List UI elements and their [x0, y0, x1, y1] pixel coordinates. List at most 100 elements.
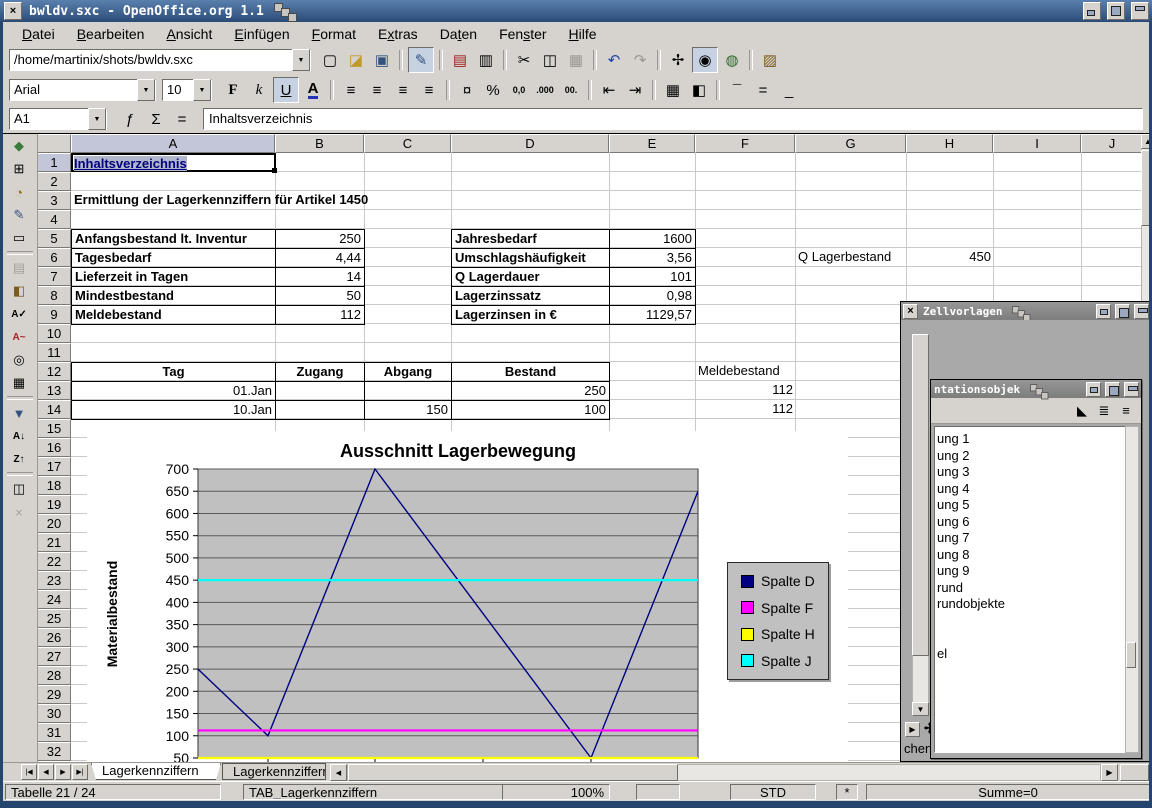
- row-header-9[interactable]: 9: [37, 305, 71, 324]
- cell-C14[interactable]: 150: [364, 400, 452, 420]
- row-header-26[interactable]: 26: [37, 628, 71, 647]
- row-header-3[interactable]: 3: [37, 191, 71, 210]
- sum-status[interactable]: Summe=0: [866, 784, 1150, 800]
- delete-icon[interactable]: ×: [6, 501, 32, 523]
- cell-C12[interactable]: Abgang: [364, 362, 452, 382]
- style-list-item[interactable]: ung 2: [935, 448, 1125, 465]
- insert-cells-icon[interactable]: ⊞: [6, 158, 32, 180]
- font-size-value[interactable]: 10: [163, 81, 193, 99]
- row-header-17[interactable]: 17: [37, 457, 71, 476]
- cell-B6[interactable]: 4,44: [275, 248, 365, 268]
- row-header-28[interactable]: 28: [37, 666, 71, 685]
- cell-B9[interactable]: 112: [275, 305, 365, 325]
- cell-A9[interactable]: Meldebestand: [71, 305, 276, 325]
- style-list-item[interactable]: ung 8: [935, 547, 1125, 564]
- function-wizard-icon[interactable]: ƒ: [118, 107, 142, 131]
- row-header-18[interactable]: 18: [37, 476, 71, 495]
- align-top-button[interactable]: ¯: [725, 78, 749, 102]
- row-header-31[interactable]: 31: [37, 723, 71, 742]
- delete-decimal-button[interactable]: 00.: [559, 78, 583, 102]
- cell-D12[interactable]: Bestand: [451, 362, 610, 382]
- next-sheet-icon[interactable]: ▶: [55, 764, 71, 780]
- legend-item[interactable]: Spalte D: [741, 573, 828, 589]
- open-file-icon[interactable]: ◪: [344, 48, 368, 72]
- add-decimal-button[interactable]: .000: [533, 78, 557, 102]
- close-icon[interactable]: [1134, 304, 1149, 319]
- autospellcheck-icon[interactable]: A~: [6, 326, 32, 348]
- praesentationsobjekte-window[interactable]: ntationsobjek ◣≣≡ ung 1ung 2ung 3ung 4un…: [930, 379, 1142, 759]
- align-left-button[interactable]: ≡: [339, 78, 363, 102]
- align-center-button[interactable]: ≡: [365, 78, 389, 102]
- hscroll-thumb[interactable]: [348, 764, 678, 781]
- row-header-23[interactable]: 23: [37, 571, 71, 590]
- undo-icon[interactable]: ↶: [602, 48, 626, 72]
- row-header-30[interactable]: 30: [37, 704, 71, 723]
- row-header-5[interactable]: 5: [37, 229, 71, 248]
- first-sheet-icon[interactable]: |◀: [21, 764, 37, 780]
- font-color-button[interactable]: A: [301, 78, 325, 102]
- navigator-icon[interactable]: ✢: [666, 48, 690, 72]
- style-list[interactable]: ung 1ung 2ung 3ung 4ung 5ung 6ung 7ung 8…: [934, 426, 1126, 753]
- maximize-icon[interactable]: [1115, 304, 1130, 319]
- menu-item-hilfe[interactable]: Hilfe: [558, 24, 608, 44]
- cell-B12[interactable]: Zugang: [275, 362, 365, 382]
- url-value[interactable]: /home/martinix/shots/bwldv.sxc: [10, 51, 292, 69]
- new-document-icon[interactable]: ▢: [318, 48, 342, 72]
- resize-corner[interactable]: [1120, 764, 1149, 781]
- column-header-H[interactable]: H: [906, 134, 993, 153]
- cell-B7[interactable]: 14: [275, 267, 365, 287]
- sheet-tab-2[interactable]: Lagerkennziffern: [222, 763, 326, 780]
- cell-B5[interactable]: 250: [275, 229, 365, 249]
- cell-D14[interactable]: 100: [451, 400, 610, 420]
- insert-icon[interactable]: ◆: [6, 135, 32, 157]
- menu-item-ansicht[interactable]: Ansicht: [155, 24, 223, 44]
- zellvorlagen-titlebar[interactable]: × Zellvorlagen: [901, 302, 1151, 320]
- chevron-down-icon[interactable]: ▼: [88, 108, 106, 130]
- scroll-down-icon[interactable]: ▼: [912, 702, 929, 716]
- font-name-value[interactable]: Arial: [10, 81, 137, 99]
- menu-item-bearbeiten[interactable]: Bearbeiten: [66, 24, 156, 44]
- increase-indent-button[interactable]: ⇥: [623, 78, 647, 102]
- row-header-11[interactable]: 11: [37, 343, 71, 362]
- legend-item[interactable]: Spalte F: [741, 600, 828, 616]
- chevron-down-icon[interactable]: ▼: [137, 79, 155, 101]
- url-combobox[interactable]: /home/martinix/shots/bwldv.sxc ▼: [9, 49, 311, 71]
- update-style-icon[interactable]: ≡: [1115, 401, 1137, 421]
- maximize-icon[interactable]: [1105, 382, 1120, 397]
- maximize-icon[interactable]: [1107, 2, 1125, 20]
- chevron-down-icon[interactable]: ▼: [292, 49, 310, 71]
- cell-A1[interactable]: Inhaltsverzeichnis: [71, 153, 276, 172]
- row-header-15[interactable]: 15: [37, 419, 71, 438]
- style-list-item[interactable]: ung 7: [935, 530, 1125, 547]
- cell-D8[interactable]: Lagerzinssatz: [451, 286, 610, 306]
- style-list-scrollbar[interactable]: [1125, 426, 1139, 753]
- cut-icon[interactable]: ✂: [512, 48, 536, 72]
- window-menu-icon[interactable]: ×: [4, 2, 22, 20]
- column-header-C[interactable]: C: [364, 134, 451, 153]
- cell-B8[interactable]: 50: [275, 286, 365, 306]
- minimize-icon[interactable]: [1096, 304, 1111, 319]
- style-list-item[interactable]: ung 1: [935, 431, 1125, 448]
- form-functions-icon[interactable]: ▭: [6, 227, 32, 249]
- style-list-item[interactable]: ung 6: [935, 514, 1125, 531]
- row-header-20[interactable]: 20: [37, 514, 71, 533]
- row-header-13[interactable]: 13: [37, 381, 71, 400]
- minimize-icon[interactable]: [1083, 2, 1101, 20]
- style-list-item[interactable]: ung 4: [935, 481, 1125, 498]
- datasources-icon[interactable]: ◍: [720, 48, 744, 72]
- cell-E9[interactable]: 1129,57: [609, 305, 696, 325]
- style-list-item[interactable]: ung 3: [935, 464, 1125, 481]
- align-right-button[interactable]: ≡: [391, 78, 415, 102]
- row-header-14[interactable]: 14: [37, 400, 71, 419]
- borders-button[interactable]: ▦: [661, 78, 685, 102]
- choose-themes-icon[interactable]: ◧: [6, 280, 32, 302]
- sum-icon[interactable]: Σ: [144, 107, 168, 131]
- menu-item-extras[interactable]: Extras: [367, 24, 429, 44]
- row-header-24[interactable]: 24: [37, 590, 71, 609]
- column-header-J[interactable]: J: [1081, 134, 1143, 153]
- row-header-16[interactable]: 16: [37, 438, 71, 457]
- row-header-6[interactable]: 6: [37, 248, 71, 267]
- copy-icon[interactable]: ◫: [538, 48, 562, 72]
- menu-item-fenster[interactable]: Fenster: [488, 24, 557, 44]
- cell-A7[interactable]: Lieferzeit in Tagen: [71, 267, 276, 287]
